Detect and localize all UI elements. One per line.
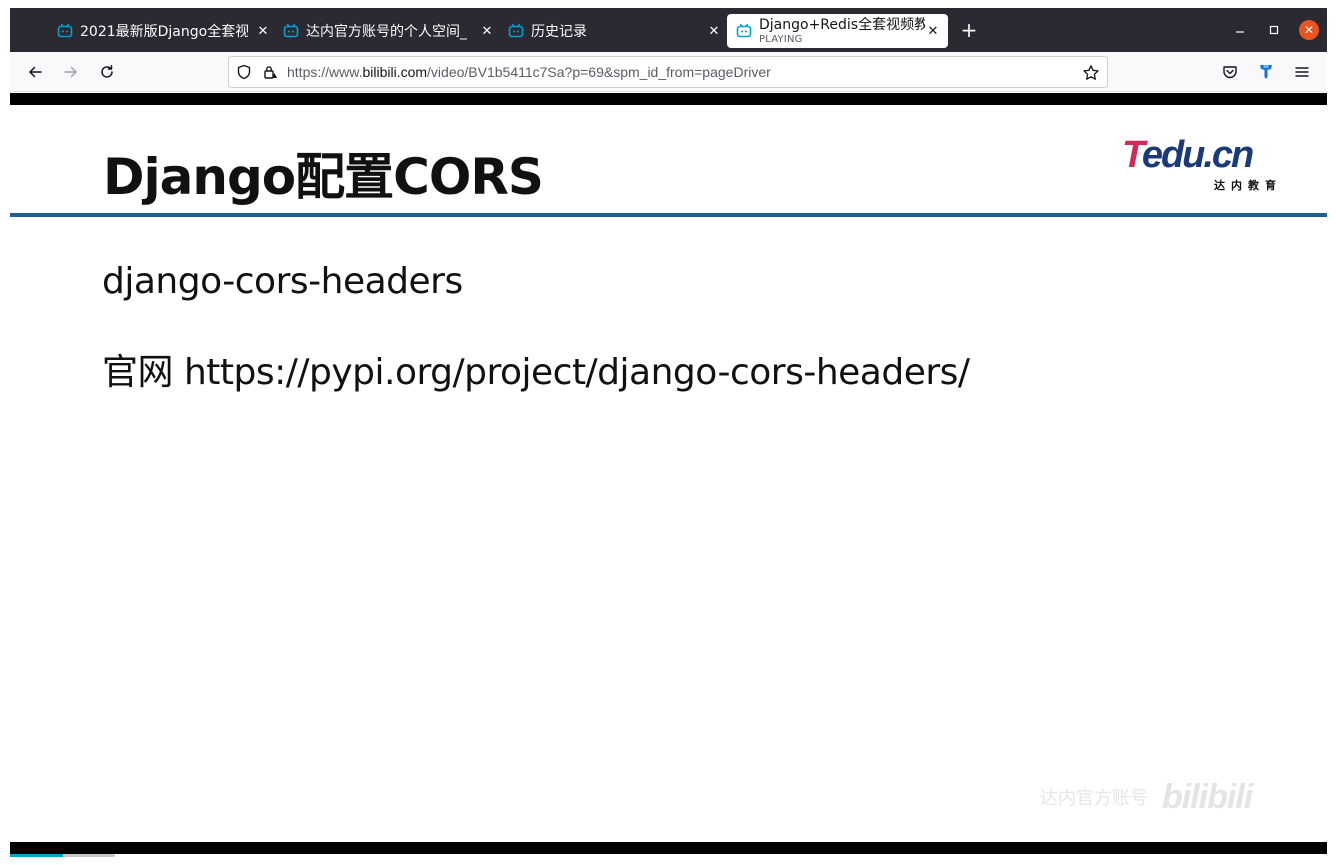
logo-letter-t: T	[1122, 134, 1144, 176]
tab-tedu-space[interactable]: 达内官方账号的个人空间_ ✕	[282, 14, 492, 48]
new-tab-button[interactable]: +	[958, 20, 980, 42]
browser-window: 2021最新版Django全套视 ✕ 达内官方账号的个人空间_ ✕ 历史记录 ✕…	[10, 8, 1327, 865]
watermark-channel: 达内官方账号	[1040, 788, 1148, 809]
url-path: /video/BV1b5411c7Sa?p=69&spm_id_from=pag…	[427, 64, 771, 80]
url-bar[interactable]: https://www.bilibili.com/video/BV1b5411c…	[228, 56, 1108, 88]
minimize-window-icon[interactable]	[1231, 21, 1249, 39]
tab-title: 历史记录	[531, 24, 587, 40]
tab-django-redis-playing[interactable]: Django+Redis全套视频教 PLAYING ✕	[727, 14, 948, 48]
forward-arrow-icon[interactable]	[60, 61, 82, 83]
maximize-window-icon[interactable]	[1265, 21, 1283, 39]
bilibili-tv-icon	[282, 22, 300, 40]
lock-warning-icon[interactable]	[261, 63, 279, 81]
title-divider	[10, 213, 1327, 217]
video-progress-bar[interactable]	[10, 854, 1327, 857]
navigation-toolbar: https://www.bilibili.com/video/BV1b5411c…	[10, 52, 1327, 92]
tab-playing-label: PLAYING	[759, 34, 803, 45]
tab-title: 达内官方账号的个人空间_	[306, 24, 467, 40]
tab-bar: 2021最新版Django全套视 ✕ 达内官方账号的个人空间_ ✕ 历史记录 ✕…	[10, 8, 1327, 52]
video-player-frame[interactable]: Django配置CORS Tedu.cn 达内教育 django-cors-he…	[10, 105, 1327, 842]
video-progress-fill	[10, 854, 63, 857]
slide-bullet-package: django-cors-headers	[102, 261, 463, 302]
tab-title: 2021最新版Django全套视	[80, 24, 248, 40]
tab-history[interactable]: 历史记录 ✕	[507, 14, 719, 48]
reload-icon[interactable]	[96, 61, 118, 83]
hamburger-menu-icon[interactable]	[1291, 61, 1313, 83]
tab-title: Django+Redis全套视频教	[759, 17, 925, 33]
extension-icon[interactable]	[1255, 61, 1277, 83]
star-icon[interactable]	[1081, 63, 1101, 83]
url-prefix: https://www.	[287, 64, 363, 80]
close-tab-icon[interactable]: ✕	[254, 22, 272, 40]
slide-title: Django配置CORS	[103, 148, 544, 206]
url-text[interactable]: https://www.bilibili.com/video/BV1b5411c…	[287, 64, 771, 80]
tab-label-stack: Django+Redis全套视频教 PLAYING	[759, 17, 925, 45]
logo-wordmark-rest: edu.cn	[1141, 134, 1254, 176]
back-arrow-icon[interactable]	[24, 61, 46, 83]
tab-django-course[interactable]: 2021最新版Django全套视 ✕	[56, 14, 268, 48]
bilibili-tv-icon	[507, 22, 525, 40]
video-buffer-fill	[62, 854, 116, 857]
video-watermark: 达内官方账号 bilibili	[1040, 777, 1305, 817]
video-letterbox-top	[10, 93, 1327, 105]
close-window-icon[interactable]: ✕	[1299, 20, 1319, 40]
pocket-icon[interactable]	[1219, 61, 1241, 83]
tracking-protection-shield-icon[interactable]	[235, 63, 253, 81]
logo-wordmark: Tedu.cn	[1122, 134, 1254, 176]
close-tab-icon[interactable]: ✕	[924, 22, 942, 40]
slide-bullet-website: 官网 https://pypi.org/project/django-cors-…	[102, 352, 970, 393]
logo-subtitle: 达内教育	[1214, 179, 1282, 192]
bilibili-tv-icon	[735, 22, 753, 40]
tedu-logo: Tedu.cn 达内教育	[1122, 134, 1282, 192]
video-letterbox-bottom	[10, 842, 1327, 854]
watermark-brand: bilibili	[1162, 777, 1253, 816]
close-tab-icon[interactable]: ✕	[705, 22, 723, 40]
close-tab-icon[interactable]: ✕	[478, 22, 496, 40]
url-host: bilibili.com	[362, 64, 428, 80]
bilibili-tv-icon	[56, 22, 74, 40]
